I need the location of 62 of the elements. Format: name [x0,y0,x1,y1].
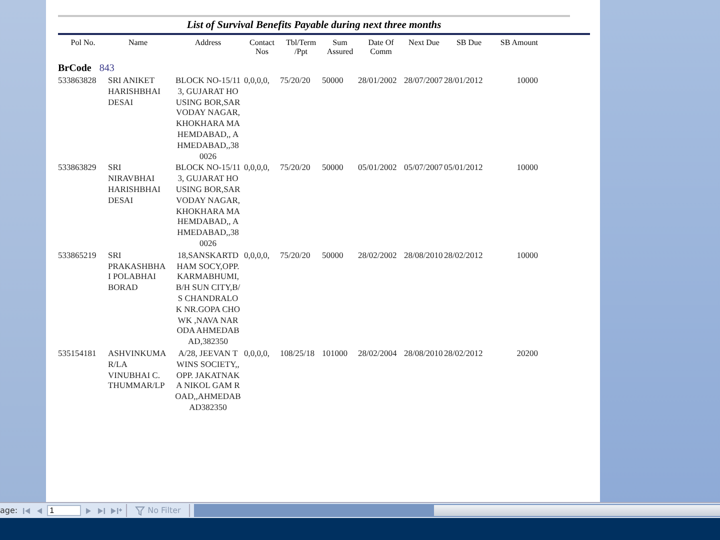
table-cell-text: SRI PRAKASHBHAI POLABHAI BORAD [108,250,167,294]
table-cell-text: BLOCK NO-15/113, GUJARAT HOUSING BOR,SARVODAY NAGAR,KHOKHARA MAHEMDABAD,, AHMEDABAD,,380026 [174,162,242,249]
table-cell-text: 28/01/2012 [444,75,484,87]
table-cell-text: 533865219 [58,250,98,262]
horizontal-scrollbar[interactable] [194,504,720,517]
column-header: Tbl/Term /Ppt [284,38,318,56]
table-cell-text: 28/08/2010 [404,250,444,262]
table-cell-text: 0,0,0,0, [244,162,270,174]
column-header: Name [127,38,149,49]
table-cell-text: 20200 [516,348,538,360]
table-cell-text: 101000 [322,348,348,360]
last-page-icon[interactable] [96,506,106,514]
column-header: Address [194,38,222,49]
column-header: SB Due [455,38,483,49]
table-cell-text: SRI ANIKET HARISHBHAI DESAI [108,75,162,109]
column-header: SB Amount [499,38,538,49]
table-cell-text: 05/01/2012 [444,162,484,174]
table-cell-text: 28/07/2007 [404,75,444,87]
table-cell-text: 28/02/2004 [358,348,398,360]
table-cell-text: 28/08/2010 [404,348,444,360]
table-cell-text: 0,0,0,0, [244,75,270,87]
table-cell-text: 533863828 [58,75,98,87]
table-cell-text: 10000 [516,75,538,87]
table-cell-text: 05/01/2002 [358,162,398,174]
column-header: Next Due [408,38,440,49]
table-cell-text: SRI NIRAVBHAI HARISHBHAI DESAI [108,162,162,207]
table-cell-text: 10000 [516,250,538,262]
column-header: Date Of Comm [367,38,395,56]
page-number-field[interactable]: 1 [46,505,81,516]
column-header: Sum Assured [326,38,354,56]
table-cell-text: 28/02/2012 [444,250,484,262]
table-cell-text: 28/02/2012 [444,348,484,360]
table-cell-text: 05/07/2007 [404,162,444,174]
table-cell-text: A/28, JEEVAN TWINS SOCIETY,,OPP. JAKATNAKA NIKOL GAM ROAD,,AHMEDABAD382350 [174,348,242,413]
table-cell-text: ASHVINKUMAR/LA VINUBHAI C. THUMMAR/LP [108,348,168,392]
table-cell-text: 75/20/20 [280,75,312,87]
table-cell-text: 533863829 [58,162,98,174]
branch-code: 843 [99,63,114,74]
table-cell-text: 50000 [322,250,344,262]
report-title: List of Survival Benefits Payable during next three months [186,19,442,33]
table-cell-text: 18,SANSKARTDHAM SOCY,OPP.KARMABHUMI,B/H SUN CITY,B/S CHANDRALOK NR.GOPA CHOWK ,NAVA NARODA AHMEDABAD,382350 [174,250,242,347]
table-cell-text: 28/01/2002 [358,75,398,87]
table-cell-text: 0,0,0,0, [244,348,270,360]
table-cell-text: 108/25/18 [280,348,316,360]
table-cell-text: 535154181 [58,348,98,360]
next-page-icon[interactable] [84,506,92,514]
column-header: Contact Nos [248,38,276,56]
table-cell-text: 10000 [516,162,538,174]
filter-icon [134,506,145,516]
table-cell-text: 50000 [322,75,344,87]
table-cell-text: 50000 [322,162,344,174]
table-cell-text: 0,0,0,0, [244,250,270,262]
new-record-icon[interactable] [110,506,122,514]
page-label: age: [0,506,18,515]
branch-label: BrCode [58,63,92,74]
first-page-icon[interactable] [22,506,32,514]
previous-page-icon[interactable] [36,506,43,514]
table-cell-text: 75/20/20 [280,250,312,262]
table-cell-text: 28/02/2002 [358,250,398,262]
table-cell-text: BLOCK NO-15/113, GUJARAT HOUSING BOR,SARVODAY NAGAR,KHOKHARA MAHEMDABAD,, AHMEDABAD,,380026 [174,75,242,162]
column-header: Pol No. [70,38,96,49]
table-cell-text: 75/20/20 [280,162,312,174]
